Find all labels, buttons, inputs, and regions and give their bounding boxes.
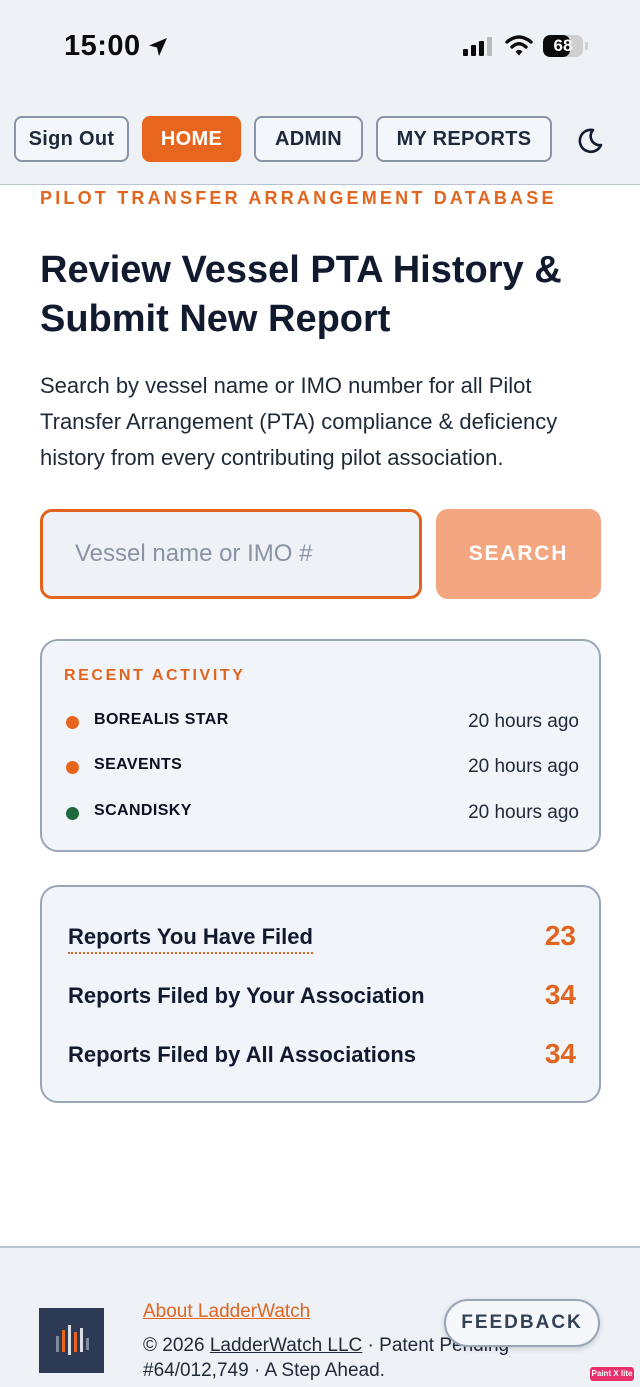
location-arrow-icon xyxy=(148,37,167,56)
paint-x-lite-badge: Paint X lite xyxy=(590,1367,634,1381)
stat-row-association: Reports Filed by Your Association 34 xyxy=(68,979,576,1013)
search-button[interactable]: SEARCH xyxy=(436,509,601,599)
about-ladderwatch-link[interactable]: About LadderWatch xyxy=(143,1301,310,1323)
activity-vessel: SCANDISKY xyxy=(94,802,192,819)
vessel-search-input[interactable] xyxy=(40,509,422,599)
status-dot xyxy=(66,807,79,820)
status-time: 15:00 xyxy=(64,30,169,63)
battery-percent: 68 xyxy=(553,36,573,55)
status-dot xyxy=(66,761,79,774)
reports-you-filed-count: 23 xyxy=(544,920,576,951)
activity-time: 20 hours ago xyxy=(468,802,579,823)
nav-home-button[interactable]: HOME xyxy=(142,116,241,162)
stat-row-all: Reports Filed by All Associations 34 xyxy=(68,1038,576,1072)
reports-all-label: Reports Filed by All Associations xyxy=(68,1042,416,1067)
reports-all-count: 34 xyxy=(544,1038,576,1069)
sign-out-button[interactable]: Sign Out xyxy=(14,116,129,162)
reports-association-count: 34 xyxy=(544,979,576,1010)
reports-association-label: Reports Filed by Your Association xyxy=(68,983,425,1008)
ladder-logo-icon xyxy=(56,1325,89,1355)
recent-activity-title: RECENT ACTIVITY xyxy=(64,667,246,684)
reports-you-filed-link[interactable]: Reports You Have Filed xyxy=(68,924,313,954)
activity-time: 20 hours ago xyxy=(468,711,579,732)
nav-my-reports-button[interactable]: MY REPORTS xyxy=(376,116,552,162)
ladderwatch-llc-link[interactable]: LadderWatch LLC xyxy=(210,1335,362,1356)
nav-admin-button[interactable]: ADMIN xyxy=(254,116,363,162)
activity-vessel: BOREALIS STAR xyxy=(94,711,229,728)
page-title: Review Vessel PTA History & Submit New R… xyxy=(40,249,562,340)
activity-item[interactable]: SCANDISKY 20 hours ago xyxy=(64,802,579,826)
top-area: 15:00 68 Sign Out HOME ADMIN MY REPORTS xyxy=(0,0,640,185)
cellular-signal-icon xyxy=(463,37,492,56)
wifi-icon xyxy=(505,35,533,56)
recent-activity-card: RECENT ACTIVITY BOREALIS STAR 20 hours a… xyxy=(40,639,601,852)
feedback-button[interactable]: FEEDBACK xyxy=(444,1299,600,1347)
battery-icon: 68 xyxy=(543,35,583,57)
activity-vessel: SEAVENTS xyxy=(94,756,183,773)
activity-item[interactable]: SEAVENTS 20 hours ago xyxy=(64,756,579,780)
activity-item[interactable]: BOREALIS STAR 20 hours ago xyxy=(64,711,579,735)
status-bar: 15:00 68 xyxy=(0,0,640,95)
report-stats-card: Reports You Have Filed 23 Reports Filed … xyxy=(40,885,601,1103)
footer: About LadderWatch © 2026 LadderWatch LLC… xyxy=(0,1246,640,1387)
page-eyebrow: PILOT TRANSFER ARRANGEMENT DATABASE xyxy=(40,188,557,208)
battery-tip xyxy=(585,42,588,50)
status-dot xyxy=(66,716,79,729)
moon-icon[interactable] xyxy=(574,126,604,156)
page-intro: Search by vessel name or IMO number for … xyxy=(40,373,558,470)
ladderwatch-logo xyxy=(39,1308,104,1373)
top-nav: Sign Out HOME ADMIN MY REPORTS xyxy=(14,116,634,164)
status-icons: 68 xyxy=(463,35,588,57)
activity-time: 20 hours ago xyxy=(468,756,579,777)
stat-row-you-filed: Reports You Have Filed 23 xyxy=(68,920,576,954)
